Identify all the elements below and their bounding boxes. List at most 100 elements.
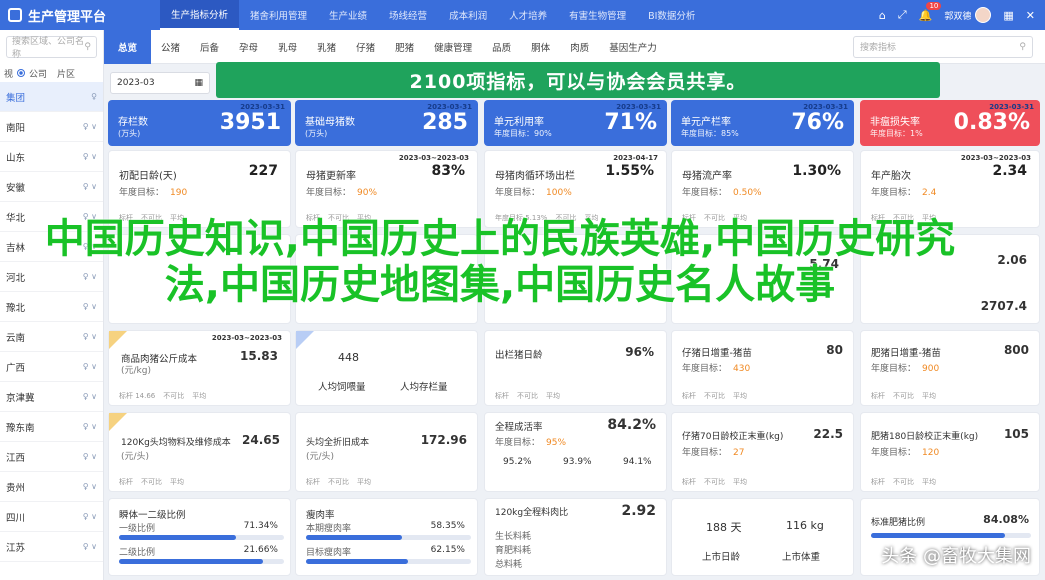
sub-tab[interactable]: 后备 bbox=[190, 30, 229, 64]
user-chevron-icon[interactable]: ♀ ∨ bbox=[83, 512, 97, 521]
sidebar-item-label: 京津冀 bbox=[6, 392, 35, 404]
kpi-card[interactable]: 2023-03-31 单元产栏率 年度目标：85% 76% bbox=[671, 100, 854, 146]
user-chevron-icon[interactable]: ♀ ∨ bbox=[83, 392, 97, 401]
card-lean-rate[interactable]: 瘦肉率 本期瘦肉率 58.35% 目标瘦肉率 62.15% bbox=[295, 498, 478, 576]
card-depreciation-cost[interactable]: 头均全折旧成本 (元/头) 172.96 标杆 不可比 平均 bbox=[295, 412, 478, 492]
card-material-repair-cost[interactable]: 120Kg头均物料及维修成本 (元/头) 24.65 标杆 不可比 平均 bbox=[108, 412, 291, 492]
sidebar-item-label: 豫东南 bbox=[6, 422, 35, 434]
tab-pest[interactable]: 有害生物管理 bbox=[558, 0, 637, 30]
sub-tab[interactable]: 公猪 bbox=[151, 30, 190, 64]
sub-tab[interactable]: 肥猪 bbox=[385, 30, 424, 64]
bell-icon[interactable]: 🔔 10 bbox=[919, 1, 942, 22]
indicator-search-input[interactable]: 搜索指标 ⚲ bbox=[853, 35, 1033, 58]
sidebar-item[interactable]: 云南 ♀ ∨ bbox=[0, 322, 103, 352]
sub-tab[interactable]: 乳猪 bbox=[307, 30, 346, 64]
radio-area[interactable]: 片区 bbox=[57, 67, 75, 80]
sidebar-search-input[interactable]: 搜索区域、公司名称 ⚲ bbox=[6, 36, 97, 60]
sub-tab[interactable]: 健康管理 bbox=[424, 30, 482, 64]
user-chevron-icon[interactable]: ♀ ∨ bbox=[83, 542, 97, 551]
app-title: 生产管理平台 bbox=[28, 9, 107, 25]
view-label: 视 bbox=[4, 69, 14, 80]
card-piglet-70d-weight[interactable]: 仔猪70日龄校正末重(kg) 22.5 年度目标： 27 标杆 不可比 平均 bbox=[671, 412, 854, 492]
user-chevron-icon[interactable]: ♀ ∨ bbox=[83, 122, 97, 131]
kpi-card[interactable]: 2023-03-31 非瘟损失率 年度目标：1% 0.83% bbox=[860, 100, 1040, 146]
tab-barn-use[interactable]: 猪舍利用管理 bbox=[239, 0, 318, 30]
user-chevron-icon[interactable]: ♀ ∨ bbox=[83, 452, 97, 461]
sidebar-item[interactable]: 安徽 ♀ ∨ bbox=[0, 172, 103, 202]
user-menu[interactable]: 郭双德 bbox=[944, 7, 992, 23]
radio-company[interactable] bbox=[17, 69, 26, 77]
expand-icon[interactable]: ⤢ bbox=[898, 8, 907, 22]
sidebar-item[interactable]: 四川 ♀ ∨ bbox=[0, 502, 103, 532]
kpi-card[interactable]: 2023-03-31 基础母猪数 (万头) 285 bbox=[295, 100, 478, 146]
sub-tab[interactable]: 仔猪 bbox=[346, 30, 385, 64]
close-icon[interactable]: ✕ bbox=[1026, 9, 1035, 22]
tab-production-indicators[interactable]: 生产指标分析 bbox=[160, 0, 240, 30]
card-per-capita-feeding[interactable]: 448 人均饲喂量 人均存栏量 bbox=[295, 330, 478, 406]
tab-site-operation[interactable]: 场线经营 bbox=[378, 0, 438, 30]
tab-bi[interactable]: BI数据分析 bbox=[637, 0, 706, 30]
sidebar-item[interactable]: 集团 ♀ bbox=[0, 82, 103, 112]
card-fattening-daily-gain[interactable]: 肥猪日增重-猪苗 800 年度目标： 900 标杆 不可比 平均 bbox=[860, 330, 1040, 406]
kpi-sub: (万头) bbox=[118, 129, 141, 138]
sub-tab[interactable]: 品质 bbox=[482, 30, 521, 64]
sidebar-item-label: 江苏 bbox=[6, 542, 26, 554]
kpi-value: 3951 bbox=[219, 110, 281, 135]
top-tabs: 生产指标分析 猪舍利用管理 生产业绩 场线经营 成本利润 人才培养 有害生物管理… bbox=[160, 0, 706, 30]
search-icon: ⚲ bbox=[84, 42, 91, 52]
sidebar-item[interactable]: 江西 ♀ ∨ bbox=[0, 442, 103, 472]
card-piglet-daily-gain[interactable]: 仔猪日增重-猪苗 80 年度目标： 430 标杆 不可比 平均 bbox=[671, 330, 854, 406]
card-survival-rate[interactable]: 全程成活率 84.2% 年度目标： 95% 95.2% 93.9% 94.1% bbox=[484, 412, 667, 492]
sub-tab[interactable]: 总览 bbox=[104, 29, 152, 64]
grid-icon[interactable]: ▦ bbox=[1003, 9, 1013, 22]
sub-tab[interactable]: 胴体 bbox=[521, 30, 560, 64]
card-feed-meat-ratio[interactable]: 120kg全程料肉比 2.92 生长料耗 育肥料耗 总料耗 bbox=[484, 498, 667, 576]
date-picker[interactable]: 2023-03 ▦ bbox=[110, 72, 210, 94]
sidebar-item[interactable]: 豫东南 ♀ ∨ bbox=[0, 412, 103, 442]
sidebar-item[interactable]: 贵州 ♀ ∨ bbox=[0, 472, 103, 502]
card-meat-pig-cost[interactable]: 2023-03~2023-03 商品肉猪公斤成本 (元/kg) 15.83 标杆… bbox=[108, 330, 291, 406]
user-chevron-icon[interactable]: ♀ ∨ bbox=[83, 182, 97, 191]
kpi-card[interactable]: 2023-03-31 单元利用率 年度目标：90% 71% bbox=[484, 100, 667, 146]
sidebar-item[interactable]: 京津冀 ♀ ∨ bbox=[0, 382, 103, 412]
sub-tab[interactable]: 乳母 bbox=[268, 30, 307, 64]
sub-tab[interactable]: 肉质 bbox=[560, 30, 599, 64]
standard-pig-progress bbox=[871, 533, 1031, 538]
user-chevron-icon[interactable]: ♀ ∨ bbox=[83, 422, 97, 431]
sidebar-item[interactable]: 江苏 ♀ ∨ bbox=[0, 532, 103, 562]
sidebar-item[interactable]: 广西 ♀ ∨ bbox=[0, 352, 103, 382]
tab-talent[interactable]: 人才培养 bbox=[498, 0, 558, 30]
card-carcass-grade[interactable]: 瞬体一二级比例 一级比例 71.34% 二级比例 21.66% bbox=[108, 498, 291, 576]
user-chevron-icon[interactable]: ♀ ∨ bbox=[83, 482, 97, 491]
card-market-age-weight[interactable]: 188 天 116 kg 上市日龄 上市体重 bbox=[671, 498, 854, 576]
user-chevron-icon[interactable]: ♀ ∨ bbox=[83, 332, 97, 341]
kpi-title: 单元利用率 bbox=[494, 117, 544, 128]
kpi-card[interactable]: 2023-03-31 存栏数 (万头) 3951 bbox=[108, 100, 291, 146]
sub-tab[interactable]: 孕母 bbox=[229, 30, 268, 64]
sidebar-item[interactable]: 山东 ♀ ∨ bbox=[0, 142, 103, 172]
sub-tab[interactable]: 基因生产力 bbox=[599, 30, 667, 64]
sidebar-item[interactable]: 南阳 ♀ ∨ bbox=[0, 112, 103, 142]
user-chevron-icon[interactable]: ♀ ∨ bbox=[83, 362, 97, 371]
user-chevron-icon[interactable]: ♀ ∨ bbox=[83, 152, 97, 161]
sidebar-item-label: 南阳 bbox=[6, 122, 26, 134]
tab-performance[interactable]: 生产业绩 bbox=[318, 0, 378, 30]
user-chevron-icon[interactable]: ♀ bbox=[91, 92, 97, 101]
grade1-progress bbox=[119, 535, 284, 540]
kpi-sub: 年度目标：85% bbox=[681, 129, 739, 138]
sidebar-item-label: 安徽 bbox=[6, 182, 26, 194]
card-fattening-180d-weight[interactable]: 肥猪180日龄校正末重(kg) 105 年度目标： 120 标杆 不可比 平均 bbox=[860, 412, 1040, 492]
notification-badge: 10 bbox=[926, 1, 942, 10]
home-icon[interactable]: ⌂ bbox=[879, 9, 886, 22]
sidebar-item-label: 四川 bbox=[6, 512, 26, 524]
ribbon-icon bbox=[296, 331, 314, 349]
logo-icon bbox=[8, 8, 22, 22]
sidebar-item-label: 集团 bbox=[6, 92, 26, 104]
sidebar-radio-group: 视公司 片区 bbox=[0, 64, 103, 82]
card-slaughter-age[interactable]: 出栏猪日龄 96% 标杆 不可比 平均 bbox=[484, 330, 667, 406]
ribbon-icon bbox=[109, 331, 127, 349]
top-bar: 生产管理平台 生产指标分析 猪舍利用管理 生产业绩 场线经营 成本利润 人才培养… bbox=[0, 0, 1045, 30]
overlay-text: 中国历史知识,中国历史上的民族英雄,中国历史研究法,中国历史地图集,中国历史名人… bbox=[44, 216, 956, 308]
sidebar-item-label: 贵州 bbox=[6, 482, 26, 494]
tab-cost-profit[interactable]: 成本利润 bbox=[438, 0, 498, 30]
